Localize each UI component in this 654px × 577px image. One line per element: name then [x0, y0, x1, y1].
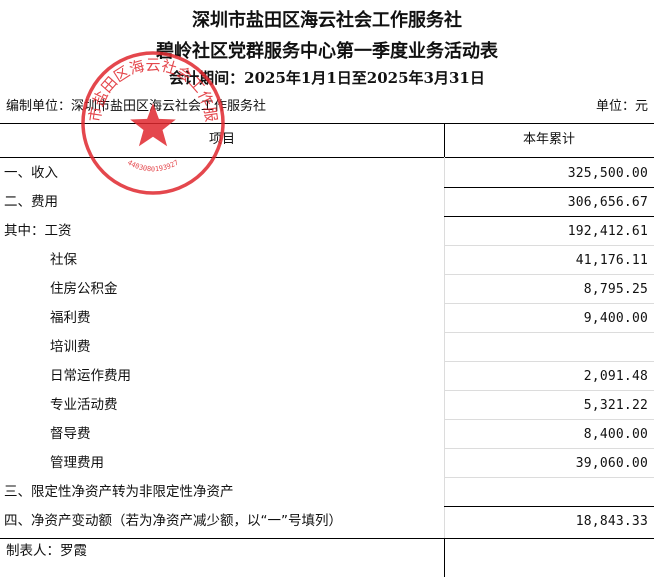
- table-row: 培训费: [0, 333, 654, 362]
- table-row: 四、净资产变动额（若为净资产减少额，以“一”号填列） 18,843.33: [0, 507, 654, 536]
- row-value: 5,321.22: [583, 398, 648, 413]
- row-label: 四、净资产变动额（若为净资产减少额，以“一”号填列）: [4, 513, 342, 529]
- row-value: [448, 478, 648, 507]
- row-value: [448, 333, 648, 362]
- table-row: 专业活动费 5,321.22: [0, 391, 654, 420]
- row-label: 一、收入: [4, 165, 58, 181]
- svg-text:深圳市盐田区海云社会工作服务社: 深圳市盐田区海云社会工作服务社: [78, 48, 220, 123]
- row-label: 专业活动费: [50, 397, 118, 413]
- report-sheet: 深圳市盐田区海云社会工作服务社 碧岭社区党群服务中心第一季度业务活动表 会计期间…: [0, 0, 654, 577]
- row-label: 培训费: [50, 339, 91, 355]
- row-label: 二、费用: [4, 194, 58, 210]
- row-label: 住房公积金: [50, 281, 118, 297]
- row-label: 三、限定性净资产转为非限定性净资产: [4, 484, 234, 500]
- table-row: 三、限定性净资产转为非限定性净资产: [0, 478, 654, 507]
- table-row: 督导费 8,400.00: [0, 420, 654, 449]
- row-value: 2,091.48: [583, 369, 648, 384]
- row-label: 社保: [50, 252, 77, 268]
- row-value: 41,176.11: [575, 253, 648, 268]
- row-value: 39,060.00: [575, 456, 648, 471]
- row-value: 18,843.33: [575, 514, 648, 529]
- row-value: 8,400.00: [583, 427, 648, 442]
- table-row: 社保 41,176.11: [0, 246, 654, 275]
- row-label: 日常运作费用: [50, 368, 131, 384]
- row-value: 9,400.00: [583, 311, 648, 326]
- svg-text:4403080193927: 4403080193927: [126, 159, 180, 174]
- row-value: 306,656.67: [567, 195, 648, 210]
- table-row: 管理费用 39,060.00: [0, 449, 654, 478]
- row-value: 325,500.00: [567, 166, 648, 181]
- row-label: 其中：工资: [4, 223, 72, 239]
- row-label: 管理费用: [50, 455, 104, 471]
- official-seal-icon: 深圳市盐田区海云社会工作服务社 4403080193927: [78, 48, 225, 195]
- row-label: 福利费: [50, 310, 91, 326]
- table-row: 日常运作费用 2,091.48: [0, 362, 654, 391]
- table-row: 其中：工资 192,412.61: [0, 217, 654, 246]
- row-value: 8,795.25: [583, 282, 648, 297]
- row-label: 督导费: [50, 426, 91, 442]
- table-row: 住房公积金 8,795.25: [0, 275, 654, 304]
- row-value: 192,412.61: [567, 224, 648, 239]
- preparer: 制表人：罗霞: [6, 543, 87, 559]
- table-row: 福利费 9,400.00: [0, 304, 654, 333]
- column-header-ytd: 本年累计: [522, 132, 575, 147]
